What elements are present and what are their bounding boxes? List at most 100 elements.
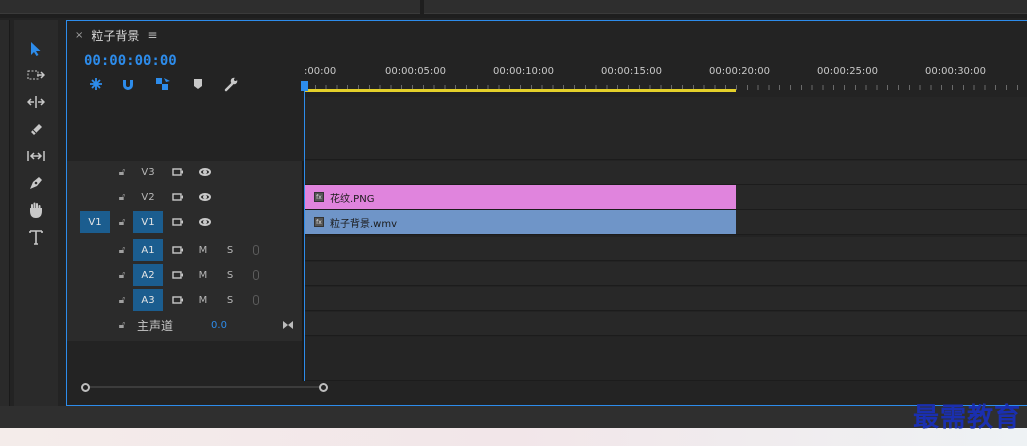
slip-tool-icon[interactable] [24,145,48,167]
mute-button[interactable]: M [195,289,211,311]
ruler-label: 00:00:05:00 [385,66,447,77]
solo-button[interactable]: S [223,264,237,286]
track-header-a1: 🔓︎ A1 M S [67,239,303,263]
voiceover-mic-icon[interactable] [249,289,263,311]
scrollbar-track[interactable] [86,386,320,388]
ruler-label: 00:00:20:00 [709,66,771,77]
master-track-label: 主声道 [136,318,173,333]
voiceover-mic-icon[interactable] [249,239,263,261]
track-header-a2: 🔓︎ A2 M S [67,264,303,288]
track-header-master: 🔓︎ 主声道 0.0 [67,314,303,338]
sync-lock-icon[interactable] [167,289,189,311]
lock-icon[interactable]: 🔓︎ [115,264,129,286]
toggle-output-eye-icon[interactable] [195,161,215,183]
track-header-v1: V1 🔓︎ V1 [67,211,303,235]
lane-v2[interactable]: fx 花纹.PNG [304,185,1027,210]
voiceover-mic-icon[interactable] [249,264,263,286]
left-panel-edge [0,20,10,406]
snap-magnet-icon[interactable] [119,76,137,92]
sync-lock-icon[interactable] [167,211,189,233]
ruler-label: :00:00 [304,66,337,77]
lane-a2[interactable] [304,262,1027,286]
bottom-strip [0,428,1027,446]
ruler-label: 00:00:30:00 [925,66,987,77]
mute-button[interactable]: M [195,264,211,286]
empty-lane [304,97,1027,160]
playhead-line[interactable] [304,81,305,381]
track-name[interactable]: A1 [133,239,163,261]
track-name[interactable]: A3 [133,289,163,311]
playhead-timecode[interactable]: 00:00:00:00 [84,53,177,69]
nest-sequence-icon[interactable] [87,76,105,92]
lane-a1[interactable] [304,237,1027,261]
watermark-logo: 最需教育 [912,403,1021,433]
track-header-v2: 🔓︎ V2 [67,186,303,210]
clip-v1[interactable]: fx 粒子背景.wmv [304,210,736,234]
fx-badge-icon: fx [314,192,324,202]
scrollbar-right-handle[interactable] [319,383,328,392]
work-area-bar[interactable] [304,89,736,92]
lock-icon[interactable]: 🔓︎ [115,289,129,311]
empty-lane [304,337,1027,381]
panel-menu-icon[interactable]: ≡ [147,28,157,42]
solo-button[interactable]: S [223,289,237,311]
track-select-tool-icon[interactable] [24,64,48,86]
sequence-title: 粒子背景 [91,28,140,43]
track-headers: 🔓︎ V3 🔓︎ V2 V1 🔓︎ V1 🔓︎ A1 M S 🔓︎ A2 M S… [67,161,303,341]
clip-label: 粒子背景.wmv [330,218,398,230]
track-header-v3: 🔓︎ V3 [67,161,303,185]
track-name[interactable]: V2 [133,186,163,208]
lane-a3[interactable] [304,287,1027,311]
solo-button[interactable]: S [223,239,237,261]
bottom-bar [0,406,1027,428]
lane-master[interactable] [304,312,1027,336]
razor-tool-icon[interactable] [24,118,48,140]
top-strip [0,0,1027,18]
ruler-label: 00:00:15:00 [601,66,663,77]
selection-tool-icon[interactable] [24,38,48,60]
track-name[interactable]: A2 [133,264,163,286]
close-icon[interactable]: × [75,30,83,41]
track-name[interactable]: V3 [133,161,163,183]
hand-tool-icon[interactable] [24,199,48,221]
add-marker-icon[interactable] [189,76,207,92]
timeline-tab[interactable]: × 粒子背景 ≡ [75,25,157,45]
type-tool-icon[interactable] [24,226,48,248]
lane-v1[interactable]: fx 粒子背景.wmv [304,210,1027,235]
sync-lock-icon[interactable] [167,239,189,261]
lane-v3[interactable] [304,161,1027,185]
lock-icon[interactable]: 🔓︎ [115,239,129,261]
sync-lock-icon[interactable] [167,186,189,208]
clip-v2[interactable]: fx 花纹.PNG [304,185,736,209]
tools-panel [14,20,58,406]
lock-icon[interactable]: 🔓︎ [115,211,129,233]
lock-icon[interactable]: 🔓︎ [115,186,129,208]
ruler-label: 00:00:10:00 [493,66,555,77]
scrollbar-left-handle[interactable] [81,383,90,392]
go-to-end-icon[interactable] [281,314,295,336]
top-panel-right [424,0,1027,14]
timeline-panel: × 粒子背景 ≡ 00:00:00:00 :00:00 00:00:05:00 … [66,20,1027,406]
horizontal-scrollbar[interactable] [81,383,328,392]
wrench-settings-icon[interactable] [222,76,240,92]
sync-lock-icon[interactable] [167,161,189,183]
pen-tool-icon[interactable] [24,172,48,194]
ripple-edit-tool-icon[interactable] [24,91,48,113]
time-ruler[interactable]: :00:00 00:00:05:00 00:00:10:00 00:00:15:… [304,51,1027,96]
toggle-output-eye-icon[interactable] [195,211,215,233]
toggle-output-eye-icon[interactable] [195,186,215,208]
track-header-a3: 🔓︎ A3 M S [67,289,303,313]
linked-selection-icon[interactable] [154,76,172,92]
source-patch-v1[interactable]: V1 [80,211,110,233]
master-volume-value[interactable]: 0.0 [207,314,231,336]
sync-lock-icon[interactable] [167,264,189,286]
ruler-label: 00:00:25:00 [817,66,879,77]
fx-badge-icon: fx [314,217,324,227]
top-panel-left [0,0,420,14]
playhead-handle[interactable] [301,81,308,91]
clip-label: 花纹.PNG [330,193,375,205]
lock-icon[interactable]: 🔓︎ [115,314,129,336]
lock-icon[interactable]: 🔓︎ [115,161,129,183]
mute-button[interactable]: M [195,239,211,261]
track-name[interactable]: V1 [133,211,163,233]
